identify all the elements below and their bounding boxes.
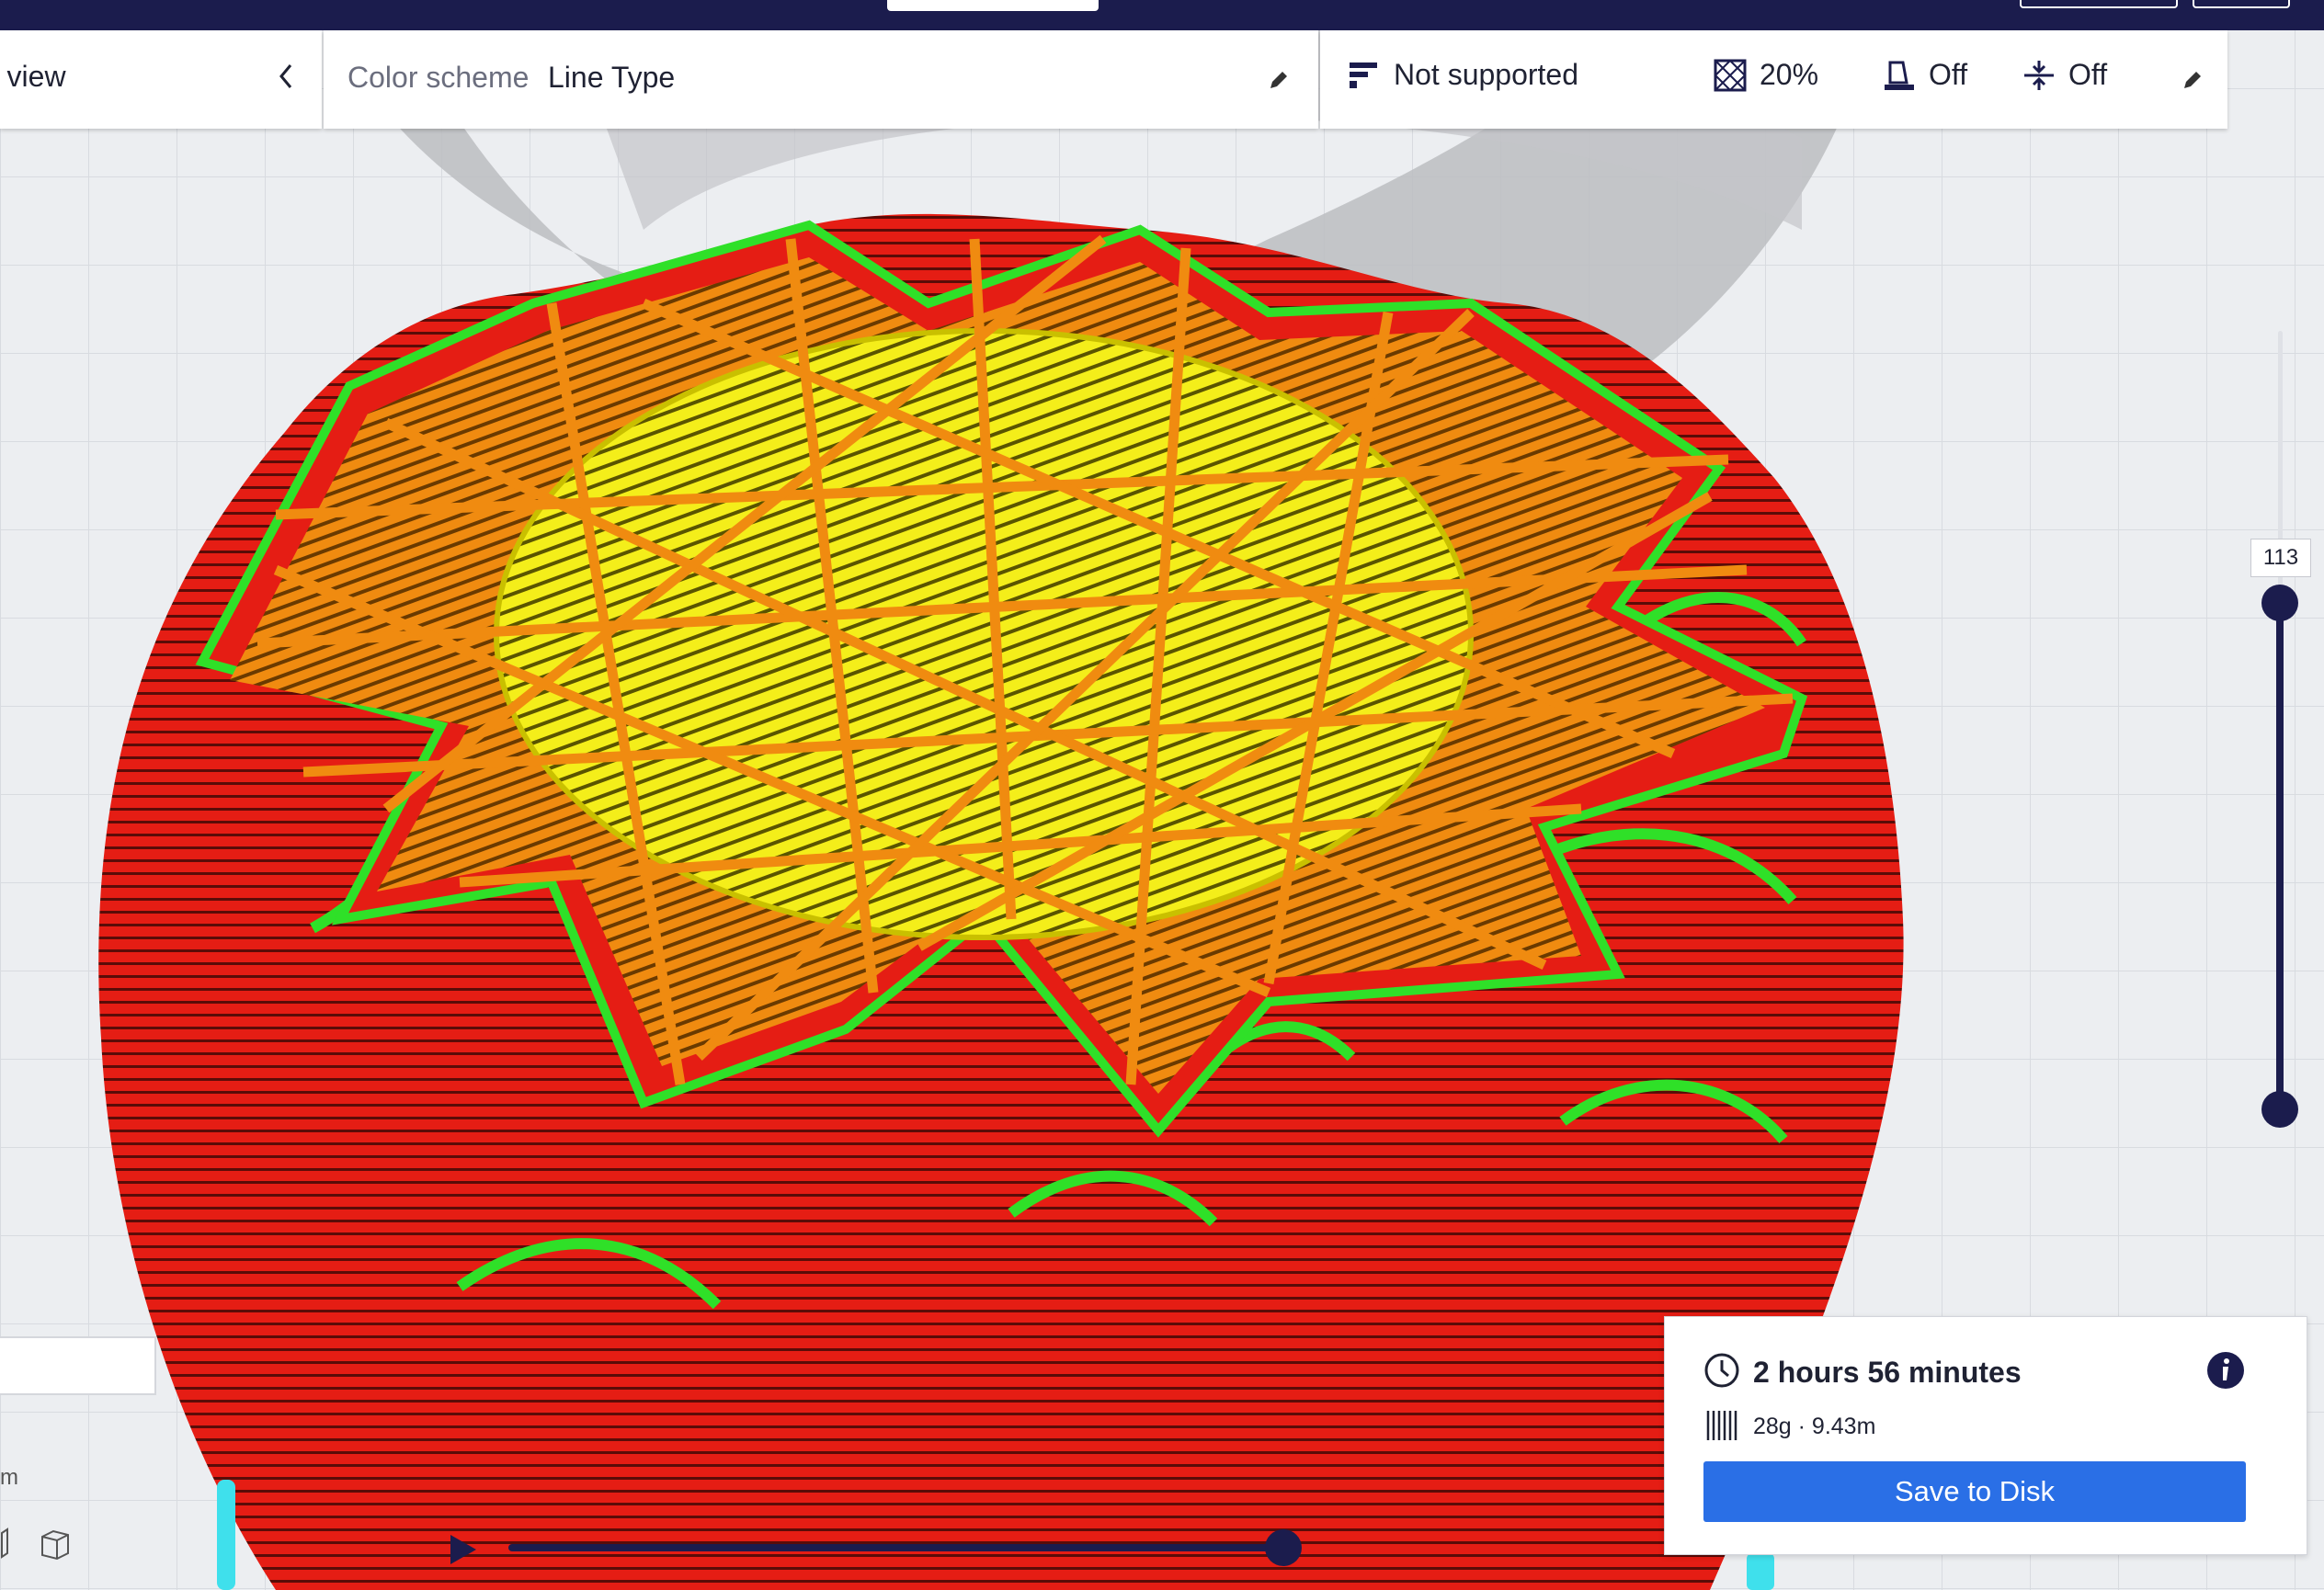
spool-icon [1705,1409,1738,1447]
pencil-icon[interactable] [1267,65,1291,99]
infill-icon [1714,59,1747,91]
view-orientation-icons[interactable] [0,1526,83,1567]
adhesion-value: Off [1929,58,1968,91]
save-to-disk-button[interactable]: Save to Disk [1703,1461,2246,1522]
layer-slider-upper-handle[interactable] [2261,585,2298,621]
material-usage: 28g · 9.43m [1753,1414,1876,1439]
print-time: 2 hours 56 minutes [1753,1356,2022,1389]
header-button[interactable] [2193,0,2290,8]
layer-number-field[interactable]: 113 [2250,539,2311,577]
print-summary-card: 2 hours 56 minutes 28g · 9.43m Save to D… [1664,1316,2307,1555]
support-icon [1350,62,1377,88]
clock-icon [1703,1352,1740,1393]
color-scheme-value[interactable]: Line Type [548,61,675,95]
print-settings-panel[interactable]: Not supported 20% Off Off [1320,30,2227,129]
support-blocker-setting[interactable]: Off [2022,58,2107,92]
printed-part [98,213,1904,1590]
adhesion-icon [1885,61,1914,90]
color-scheme-panel[interactable]: Color scheme Line Type [324,30,1318,129]
header-button[interactable] [2020,0,2178,8]
object-list-field[interactable] [0,1336,156,1395]
view-type-label: r view [0,60,66,93]
adhesion-setting[interactable]: Off [1883,58,1967,92]
pencil-icon[interactable] [2181,65,2204,99]
layer-slider-lower-handle[interactable] [2261,1091,2298,1128]
unit-label: m [0,1465,18,1490]
stage-tab-active[interactable] [887,0,1099,11]
play-icon[interactable] [447,1531,480,1573]
infill-value: 20% [1760,58,1819,91]
support-blocker-value: Off [2068,58,2108,91]
support-blocker-icon [2024,60,2054,90]
view-type-panel[interactable]: r view [0,30,322,129]
chevron-left-icon[interactable] [272,58,300,102]
path-slider-handle[interactable] [1265,1529,1302,1566]
info-icon[interactable] [2205,1350,2246,1395]
path-slider-track[interactable] [508,1544,1283,1551]
infill-setting[interactable]: 20% [1714,58,1818,92]
support-setting[interactable]: Not supported [1348,58,1578,92]
support-value: Not supported [1394,58,1579,91]
layer-slider-range[interactable] [2276,602,2284,1109]
color-scheme-label: Color scheme [347,61,530,94]
app-header [0,0,2324,30]
